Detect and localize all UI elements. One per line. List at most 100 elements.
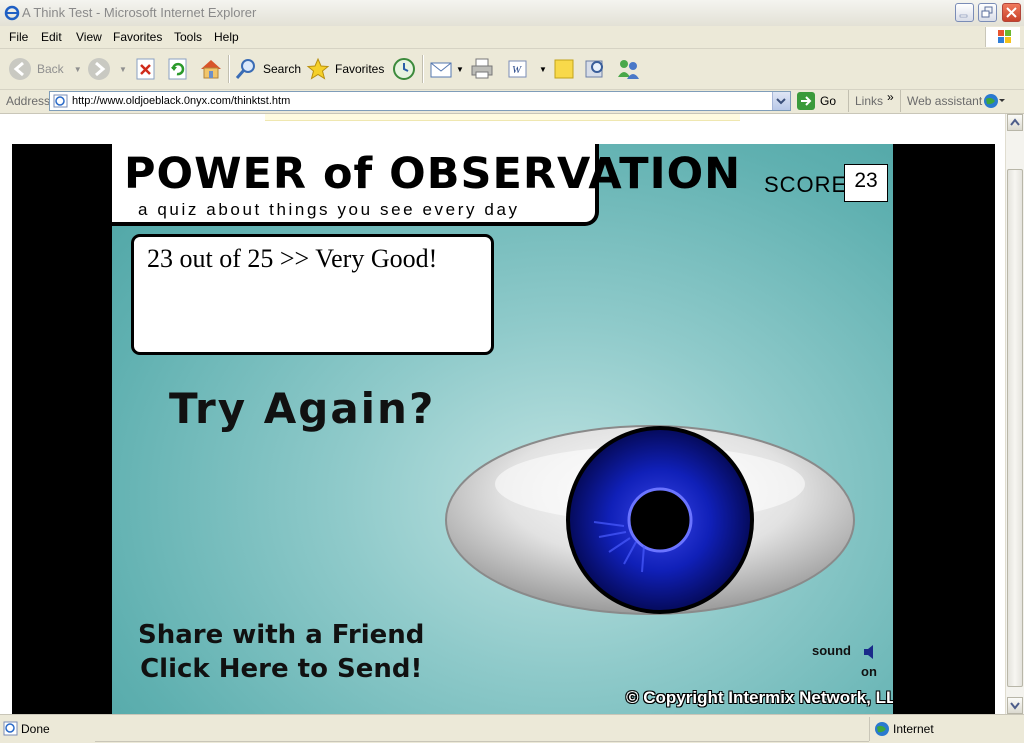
forward-dropdown-icon[interactable]: ▼ bbox=[119, 65, 127, 74]
word-edit-icon: W bbox=[508, 60, 527, 78]
page-icon bbox=[53, 94, 68, 108]
go-button[interactable]: Go bbox=[797, 92, 836, 110]
address-separator bbox=[848, 90, 849, 112]
home-button[interactable] bbox=[199, 49, 223, 89]
ie-logo-icon bbox=[4, 5, 20, 21]
mail-icon bbox=[430, 62, 452, 78]
status-divider bbox=[869, 717, 870, 741]
back-dropdown-icon[interactable]: ▼ bbox=[74, 65, 82, 74]
address-dropdown-button[interactable] bbox=[772, 92, 790, 110]
stop-icon bbox=[136, 58, 155, 80]
refresh-button[interactable] bbox=[168, 49, 188, 89]
eye-icon bbox=[445, 425, 855, 615]
forward-arrow-icon bbox=[88, 58, 110, 80]
favorites-button[interactable]: Favorites bbox=[306, 49, 384, 89]
windows-flag-icon bbox=[998, 30, 1011, 43]
menu-view[interactable]: View bbox=[76, 30, 102, 44]
go-label: Go bbox=[820, 94, 837, 108]
toolbar-separator bbox=[422, 55, 424, 83]
status-bar: Done Internet bbox=[0, 714, 1024, 743]
logo-title: POWER of OBSERVATION bbox=[124, 149, 742, 199]
menu-favorites[interactable]: Favorites bbox=[113, 30, 162, 44]
web-assistant-button[interactable]: Web assistant bbox=[907, 94, 982, 108]
toolbar-separator bbox=[228, 55, 230, 83]
internet-zone-icon bbox=[875, 722, 889, 736]
logo-subtitle: a quiz about things you see every day bbox=[138, 200, 520, 219]
result-panel: 23 out of 25 >> Very Good! bbox=[131, 234, 494, 355]
sound-label: sound bbox=[812, 643, 851, 658]
status-text: Done bbox=[21, 722, 50, 736]
research-button[interactable] bbox=[583, 49, 607, 89]
scroll-thumb[interactable] bbox=[1007, 169, 1023, 687]
banner-strip bbox=[265, 114, 740, 121]
menu-help[interactable]: Help bbox=[214, 30, 239, 44]
svg-text:W: W bbox=[512, 64, 522, 76]
mail-dropdown-icon[interactable]: ▼ bbox=[456, 65, 464, 74]
print-button[interactable] bbox=[470, 49, 494, 89]
close-button[interactable] bbox=[1002, 3, 1021, 22]
windows-flag-logo bbox=[985, 27, 1020, 47]
restore-button[interactable] bbox=[978, 3, 997, 22]
sound-toggle[interactable]: on bbox=[861, 664, 877, 679]
back-button[interactable]: Back ▼ bbox=[8, 49, 82, 89]
share-line-1: Share with a Friend bbox=[138, 620, 425, 650]
note-icon bbox=[554, 59, 574, 79]
discuss-button[interactable] bbox=[553, 49, 575, 89]
speaker-icon[interactable] bbox=[863, 645, 875, 659]
restore-icon bbox=[981, 6, 993, 18]
globe-icon[interactable] bbox=[983, 93, 1005, 109]
title-bar: A Think Test - Microsoft Internet Explor… bbox=[0, 0, 1024, 27]
back-arrow-icon bbox=[9, 58, 31, 80]
edit-button[interactable]: W ▼ bbox=[507, 49, 547, 89]
score-label: SCORE: bbox=[764, 172, 855, 197]
forward-button[interactable]: ▼ bbox=[87, 49, 127, 89]
copyright-text: © Copyright Intermix Network, LLC 2005 bbox=[626, 688, 893, 707]
address-separator bbox=[900, 90, 901, 112]
search-label: Search bbox=[263, 62, 302, 76]
try-again-button[interactable]: Try Again? bbox=[169, 384, 435, 433]
mail-button[interactable]: ▼ bbox=[430, 49, 464, 89]
toolbar: Back ▼ ▼ Search Favorites ▼ W ▼ bbox=[0, 49, 1024, 90]
back-label: Back bbox=[37, 62, 64, 76]
address-label: Address bbox=[6, 94, 51, 108]
research-icon bbox=[585, 60, 603, 78]
vertical-scrollbar[interactable] bbox=[1005, 114, 1024, 714]
minimize-button[interactable] bbox=[955, 3, 974, 22]
go-arrow-icon bbox=[797, 92, 815, 110]
observation-quiz-game[interactable]: POWER of OBSERVATION a quiz about things… bbox=[112, 144, 893, 714]
messenger-button[interactable] bbox=[616, 49, 642, 89]
scroll-down-button[interactable] bbox=[1007, 697, 1023, 714]
printer-icon bbox=[471, 58, 493, 79]
search-button[interactable]: Search bbox=[234, 49, 301, 89]
messenger-icon bbox=[618, 60, 639, 79]
address-bar: Address http://www.oldjoeblack.0nyx.com/… bbox=[0, 90, 1024, 114]
history-icon bbox=[393, 58, 415, 80]
share-with-friend-button[interactable]: Share with a Friend Click Here to Send! bbox=[138, 618, 424, 686]
page-done-icon bbox=[3, 721, 18, 736]
menu-file[interactable]: File bbox=[9, 30, 28, 44]
history-button[interactable] bbox=[392, 49, 416, 89]
scroll-down-arrow-icon bbox=[1010, 702, 1020, 710]
links-button[interactable]: Links bbox=[855, 94, 883, 108]
address-input[interactable]: http://www.oldjoeblack.0nyx.com/thinktst… bbox=[49, 91, 791, 111]
scroll-up-button[interactable] bbox=[1007, 114, 1023, 131]
score-value: 23 bbox=[844, 164, 888, 202]
menu-tools[interactable]: Tools bbox=[174, 30, 202, 44]
page-content: POWER of OBSERVATION a quiz about things… bbox=[0, 114, 1005, 714]
minimize-icon bbox=[959, 14, 968, 18]
result-text: 23 out of 25 >> Very Good! bbox=[147, 244, 438, 273]
favorites-label: Favorites bbox=[335, 62, 385, 76]
home-icon bbox=[201, 60, 221, 79]
menu-bar: File Edit View Favorites Tools Help bbox=[0, 26, 1024, 49]
search-icon bbox=[235, 59, 255, 79]
chevron-down-icon bbox=[776, 98, 786, 105]
stop-button[interactable] bbox=[136, 49, 156, 89]
links-chevron-icon[interactable]: » bbox=[887, 90, 894, 104]
edit-dropdown-icon[interactable]: ▼ bbox=[539, 65, 547, 74]
game-logo: POWER of OBSERVATION a quiz about things… bbox=[112, 144, 740, 226]
address-url: http://www.oldjoeblack.0nyx.com/thinktst… bbox=[72, 95, 291, 107]
close-icon bbox=[1006, 7, 1017, 18]
refresh-icon bbox=[168, 58, 187, 80]
zone-text: Internet bbox=[893, 722, 934, 736]
menu-edit[interactable]: Edit bbox=[41, 30, 62, 44]
